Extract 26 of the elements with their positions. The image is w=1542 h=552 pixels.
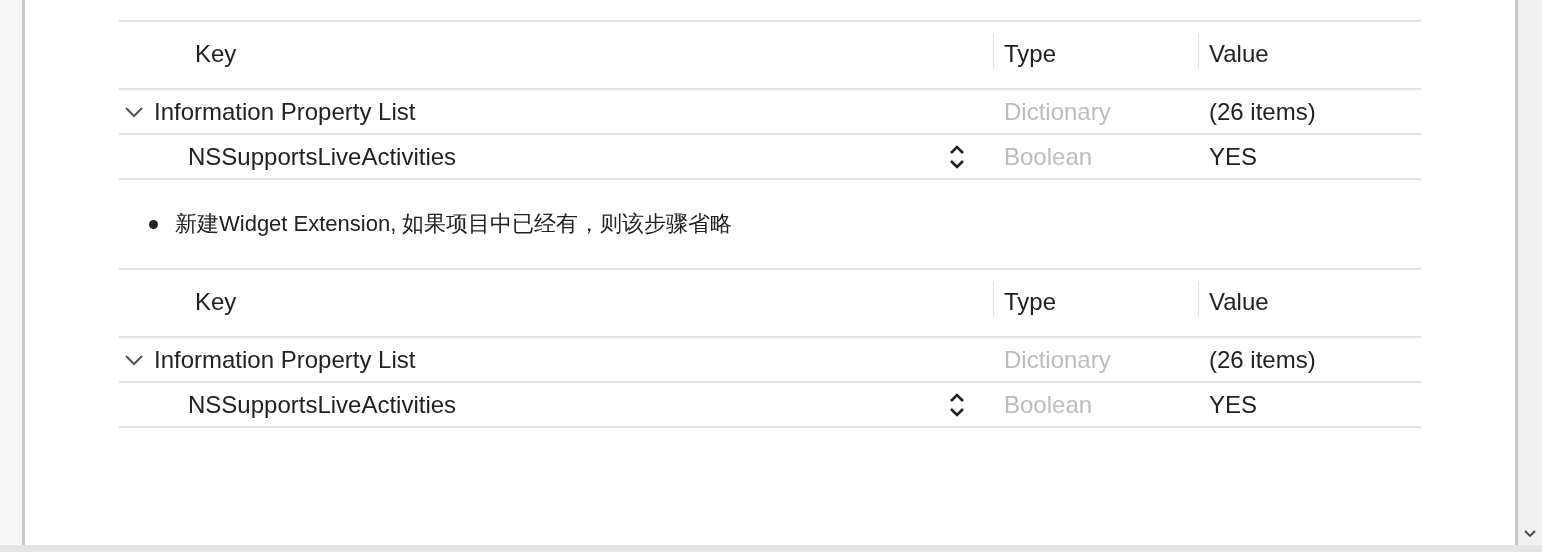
- table-cell-text: Dictionary: [1003, 97, 1112, 126]
- chevron-icon[interactable]: [124, 105, 144, 118]
- table-cell-text: Boolean: [1003, 390, 1094, 419]
- scroll-down-icon[interactable]: [1524, 530, 1536, 538]
- table-cell-text: Boolean: [1003, 142, 1094, 171]
- table-cell: Information Property List: [154, 345, 416, 374]
- column-header[interactable]: Type: [993, 34, 1198, 68]
- table-cell-text: YES: [1208, 142, 1259, 171]
- column-header[interactable]: Key: [119, 288, 993, 316]
- chevron-icon[interactable]: [124, 353, 144, 366]
- column-header[interactable]: Value: [1198, 282, 1421, 316]
- stepper-icon[interactable]: [949, 391, 965, 418]
- table-cell-text: Dictionary: [1003, 345, 1112, 374]
- table-cell-text: (26 items): [1208, 97, 1317, 126]
- stepper-icon[interactable]: [949, 143, 965, 170]
- table-cell: NSSupportsLiveActivities: [188, 390, 457, 419]
- list-item-text: 新建Widget Extension, 如果项目中已经有，则该步骤省略: [175, 210, 733, 238]
- table-cell: NSSupportsLiveActivities: [188, 142, 457, 171]
- scrollbar[interactable]: [1515, 0, 1542, 545]
- column-header[interactable]: Key: [119, 40, 993, 68]
- table-cell-text: YES: [1208, 390, 1259, 419]
- column-header[interactable]: Type: [993, 282, 1198, 316]
- table-cell-text: (26 items): [1208, 345, 1317, 374]
- column-header[interactable]: Value: [1198, 34, 1421, 68]
- bullet-icon: [149, 219, 158, 229]
- table-cell: Information Property List: [154, 97, 416, 126]
